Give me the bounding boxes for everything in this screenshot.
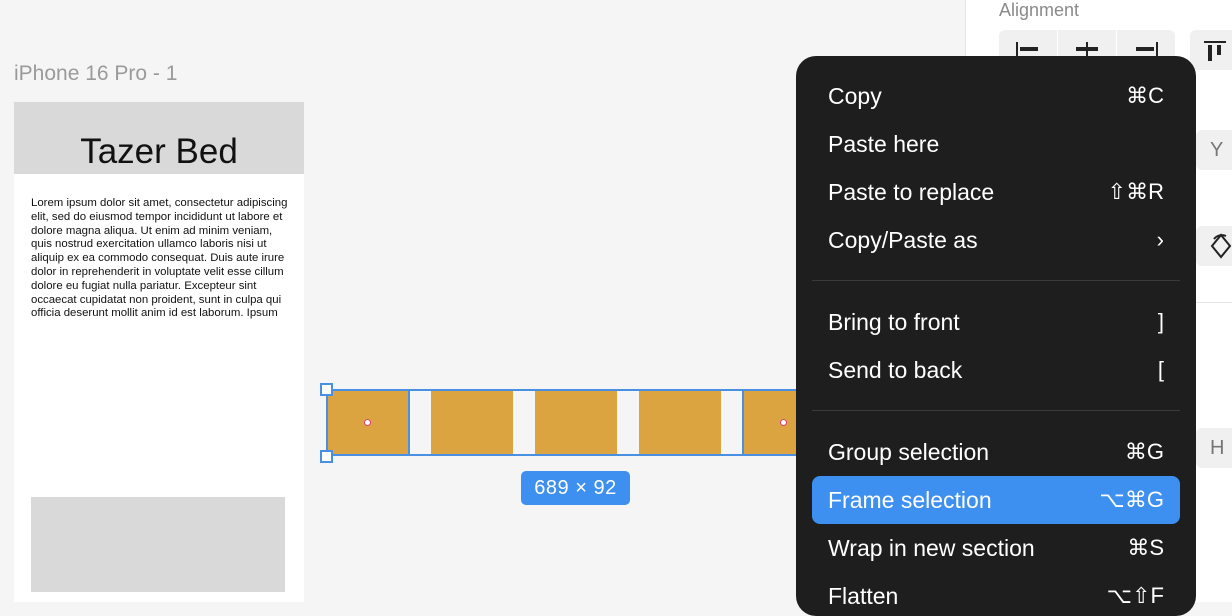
menu-item-frame-selection[interactable]: Frame selection ⌥⌘G	[812, 476, 1180, 524]
menu-item-shortcut: ]	[1157, 309, 1164, 334]
menu-item-send-to-back[interactable]: Send to back [	[812, 346, 1180, 394]
selection-size-badge: 689 × 92	[521, 471, 630, 505]
iphone-frame[interactable]: Tazer Bed Lorem ipsum dolor sit amet, co…	[14, 102, 304, 602]
menu-item-shortcut: ⌥⌘G	[1099, 487, 1164, 512]
menu-item-shortcut: ⌥⇧F	[1106, 583, 1164, 608]
menu-item-paste-to-replace[interactable]: Paste to replace ⇧⌘R	[812, 168, 1180, 216]
menu-item-shortcut: ⌘S	[1127, 535, 1164, 560]
alignment-section-title: Alignment	[999, 0, 1080, 20]
menu-item-shortcut: ⇧⌘R	[1107, 179, 1164, 204]
menu-item-label: Copy/Paste as	[828, 227, 978, 253]
menu-item-copy-paste-as[interactable]: Copy/Paste as ›	[812, 216, 1180, 264]
y-position-field[interactable]: Y	[1196, 130, 1232, 170]
resize-handle-top-left[interactable]	[320, 383, 333, 396]
context-menu: Copy ⌘C Paste here Paste to replace ⇧⌘R …	[796, 56, 1196, 616]
menu-item-copy[interactable]: Copy ⌘C	[812, 72, 1180, 120]
menu-item-label: Bring to front	[828, 309, 960, 335]
frame-body-text[interactable]: Lorem ipsum dolor sit amet, consectetur …	[31, 197, 293, 321]
menu-item-label: Copy	[828, 83, 882, 109]
menu-item-paste-here[interactable]: Paste here	[812, 120, 1180, 168]
rotation-center-dot	[364, 419, 371, 426]
height-field[interactable]: H	[1196, 428, 1232, 468]
frame-image-placeholder[interactable]	[31, 497, 285, 592]
resize-handle-bottom-left[interactable]	[320, 450, 333, 463]
menu-item-shortcut: ⌘G	[1124, 439, 1164, 464]
chevron-right-icon: ›	[1156, 227, 1164, 252]
menu-item-group-selection[interactable]: Group selection ⌘G	[812, 428, 1180, 476]
frame-title-text[interactable]: Tazer Bed	[14, 132, 304, 172]
menu-item-shortcut: [	[1157, 357, 1164, 382]
menu-item-label: Paste here	[828, 131, 940, 157]
menu-separator	[812, 280, 1180, 281]
rotation-icon	[1210, 233, 1232, 259]
menu-separator	[812, 410, 1180, 411]
align-top-button[interactable]	[1190, 30, 1232, 70]
menu-item-flatten[interactable]: Flatten ⌥⇧F	[812, 572, 1180, 616]
menu-item-label: Group selection	[828, 439, 990, 465]
menu-item-label: Wrap in new section	[828, 535, 1035, 561]
rotation-field[interactable]	[1196, 226, 1232, 266]
menu-item-label: Send to back	[828, 357, 963, 383]
menu-item-wrap-in-new-section[interactable]: Wrap in new section ⌘S	[812, 524, 1180, 572]
selection-bounding-box	[326, 389, 846, 456]
frame-label[interactable]: iPhone 16 Pro - 1	[14, 62, 177, 86]
y-field-label: Y	[1210, 139, 1224, 161]
menu-item-label: Flatten	[828, 583, 899, 609]
menu-item-label: Frame selection	[828, 487, 992, 513]
align-top-icon	[1204, 41, 1226, 61]
h-field-label: H	[1210, 437, 1225, 459]
menu-item-label: Paste to replace	[828, 179, 995, 205]
rotation-center-dot	[780, 419, 787, 426]
menu-item-shortcut: ⌘C	[1126, 83, 1164, 108]
menu-item-bring-to-front[interactable]: Bring to front ]	[812, 298, 1180, 346]
